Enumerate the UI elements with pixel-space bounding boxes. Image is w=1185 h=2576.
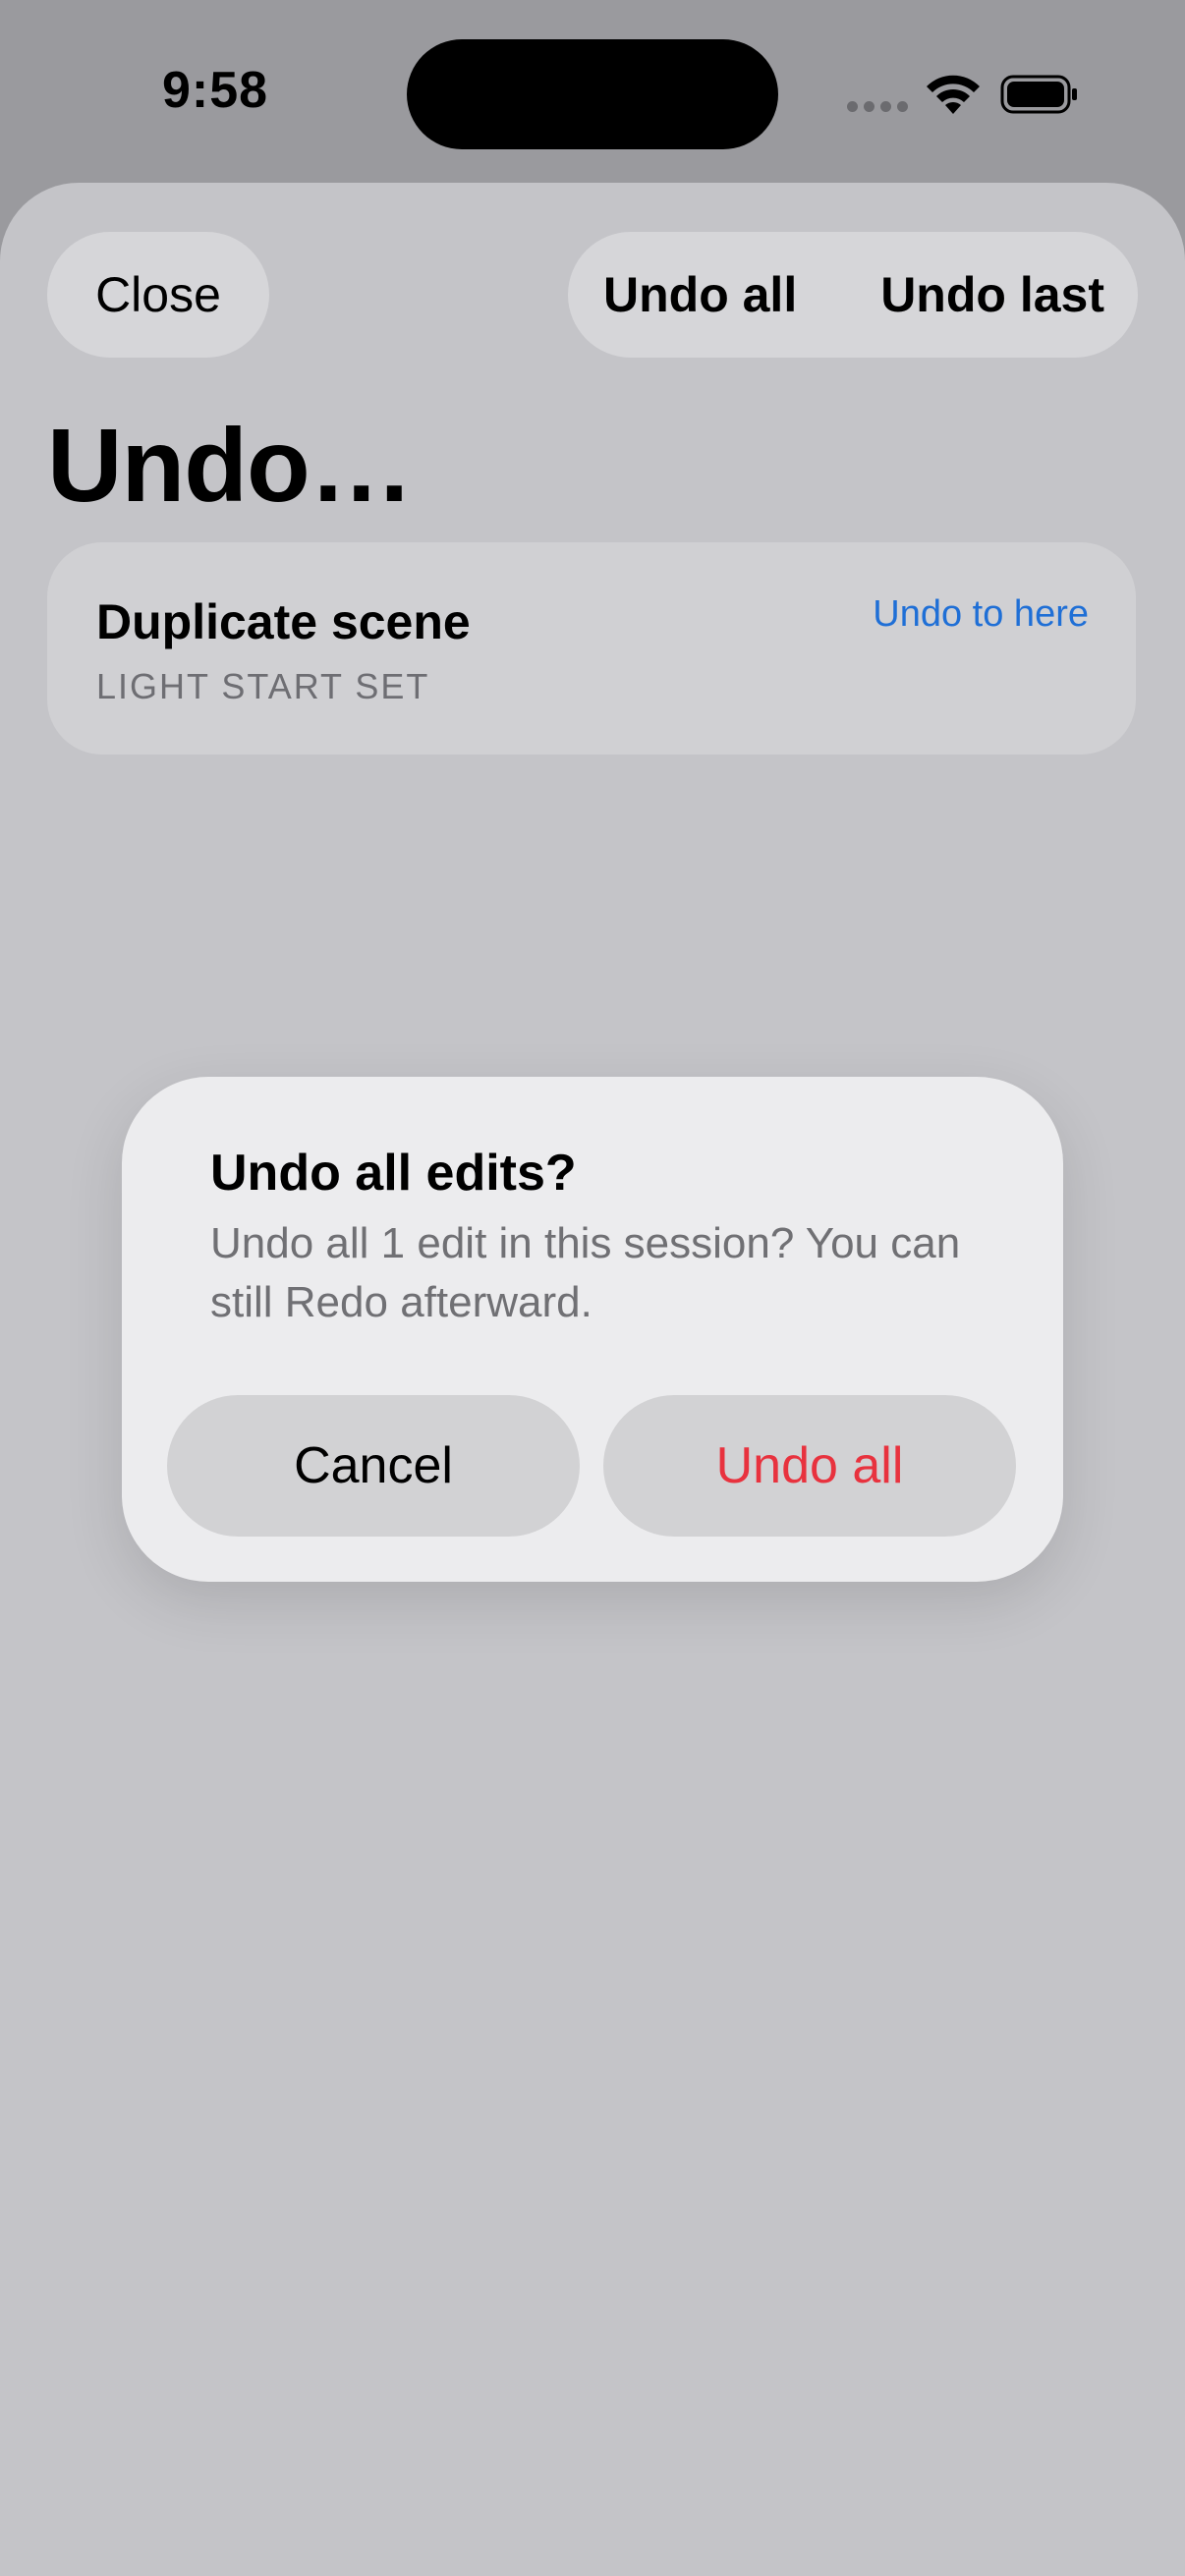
status-bar: 9:58 [0,0,1185,187]
undo-actions-group: Undo all Undo last [568,232,1138,358]
history-item-subtitle: LIGHT START SET [96,666,430,706]
confirm-dialog: Undo all edits? Undo all 1 edit in this … [122,1077,1063,1582]
undo-last-button[interactable]: Undo last [880,266,1104,323]
signal-dots-icon [847,101,908,112]
confirm-undo-all-button[interactable]: Undo all [603,1395,1016,1537]
history-item: Duplicate scene LIGHT START SET Undo to … [47,542,1136,755]
dialog-title: Undo all edits? [210,1145,577,1202]
close-button[interactable]: Close [47,232,269,358]
dynamic-island [407,39,778,149]
battery-icon [1000,75,1077,114]
cancel-button[interactable]: Cancel [167,1395,580,1537]
status-time: 9:58 [162,62,269,119]
page-title: Undo… [47,408,414,524]
wifi-icon [927,75,980,114]
dialog-message: Undo all 1 edit in this session? You can… [210,1219,961,1326]
undo-to-here-link[interactable]: Undo to here [873,593,1089,636]
history-item-title: Duplicate scene [96,594,471,649]
undo-all-button[interactable]: Undo all [603,266,797,323]
